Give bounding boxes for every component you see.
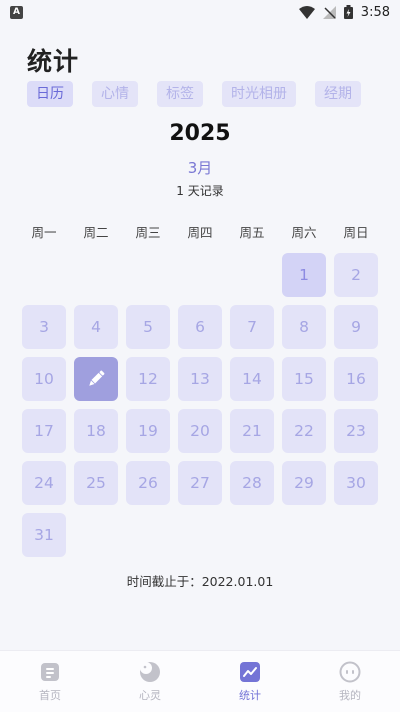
calendar-day[interactable]: 7: [230, 305, 274, 349]
nav-stats[interactable]: 统计: [200, 651, 300, 712]
nav-home[interactable]: 首页: [0, 651, 100, 712]
calendar-blank: [126, 253, 170, 297]
profile-face-icon: [339, 661, 361, 683]
calendar-day[interactable]: 27: [178, 461, 222, 505]
calendar-day[interactable]: 2: [334, 253, 378, 297]
calendar-day[interactable]: 23: [334, 409, 378, 453]
calendar-blank: [74, 253, 118, 297]
calendar-day[interactable]: 19: [126, 409, 170, 453]
tab-tags[interactable]: 标签: [157, 81, 203, 107]
calendar-day[interactable]: 29: [282, 461, 326, 505]
calendar-day[interactable]: 16: [334, 357, 378, 401]
calendar-day[interactable]: 28: [230, 461, 274, 505]
nav-soul-label: 心灵: [139, 689, 161, 702]
status-time: 3:58: [360, 4, 390, 20]
home-doc-icon: [39, 661, 61, 683]
weekday-tue: 周二: [83, 225, 109, 240]
calendar-day[interactable]: 3: [22, 305, 66, 349]
tab-photo-album[interactable]: 时光相册: [222, 81, 296, 107]
calendar-day[interactable]: 21: [230, 409, 274, 453]
calendar-day[interactable]: 8: [282, 305, 326, 349]
calendar-blank: [22, 253, 66, 297]
calendar-day[interactable]: 15: [282, 357, 326, 401]
weekday-thu: 周四: [187, 225, 213, 240]
no-signal-icon: [322, 5, 336, 19]
calendar-day[interactable]: 10: [22, 357, 66, 401]
nav-me-label: 我的: [339, 689, 361, 702]
nav-stats-label: 统计: [239, 689, 261, 702]
tab-period[interactable]: 经期: [315, 81, 361, 107]
tab-mood[interactable]: 心情: [92, 81, 138, 107]
calendar-day[interactable]: 1: [282, 253, 326, 297]
weekday-fri: 周五: [239, 225, 265, 240]
calendar-day[interactable]: 25: [74, 461, 118, 505]
calendar-day-with-record[interactable]: [74, 357, 118, 401]
calendar-day[interactable]: 12: [126, 357, 170, 401]
weekday-sat: 周六: [291, 225, 317, 240]
battery-icon: [343, 5, 353, 19]
calendar-day[interactable]: 13: [178, 357, 222, 401]
calendar-day[interactable]: 4: [74, 305, 118, 349]
calendar-day[interactable]: 22: [282, 409, 326, 453]
weekday-mon: 周一: [31, 225, 57, 240]
pen-icon: [89, 370, 105, 386]
cutoff-date-note: 时间截止于：2022.01.01: [126, 574, 274, 589]
weekday-wed: 周三: [135, 225, 161, 240]
calendar-day[interactable]: 17: [22, 409, 66, 453]
weekday-header: 周一 周二 周三 周四 周五 周六 周日: [22, 222, 378, 241]
status-bar: A 3:58: [0, 0, 400, 24]
calendar-day[interactable]: 30: [334, 461, 378, 505]
status-right: 3:58: [298, 4, 390, 20]
nav-soul[interactable]: 心灵: [100, 651, 200, 712]
calendar-day[interactable]: 9: [334, 305, 378, 349]
page-title: 统计: [27, 47, 80, 76]
calendar-day[interactable]: 24: [22, 461, 66, 505]
chart-icon: [239, 661, 261, 683]
weekday-sun: 周日: [343, 225, 369, 240]
calendar-year: 2025: [169, 121, 231, 146]
calendar-blank: [230, 253, 274, 297]
calendar-month[interactable]: 3月: [0, 157, 400, 178]
calendar-grid: 1 2 3 4 5 6 7 8 9 10 12 13 14 15 16 17 1…: [22, 253, 378, 557]
record-count: 1 天记录: [176, 184, 224, 198]
bottom-nav: 首页 心灵 统计 我的: [0, 650, 400, 712]
wifi-icon: [298, 5, 315, 19]
calendar-day[interactable]: 18: [74, 409, 118, 453]
tab-calendar[interactable]: 日历: [27, 81, 73, 107]
nav-me[interactable]: 我的: [300, 651, 400, 712]
moon-icon: [139, 661, 161, 683]
nav-home-label: 首页: [39, 689, 61, 702]
calendar-day[interactable]: 6: [178, 305, 222, 349]
calendar-day[interactable]: 20: [178, 409, 222, 453]
calendar-day[interactable]: 31: [22, 513, 66, 557]
notification-a-icon: A: [10, 5, 23, 19]
calendar-day[interactable]: 26: [126, 461, 170, 505]
calendar-day[interactable]: 5: [126, 305, 170, 349]
tab-bar: 日历 心情 标签 时光相册 经期: [27, 81, 361, 107]
calendar-blank: [178, 253, 222, 297]
calendar-day[interactable]: 14: [230, 357, 274, 401]
